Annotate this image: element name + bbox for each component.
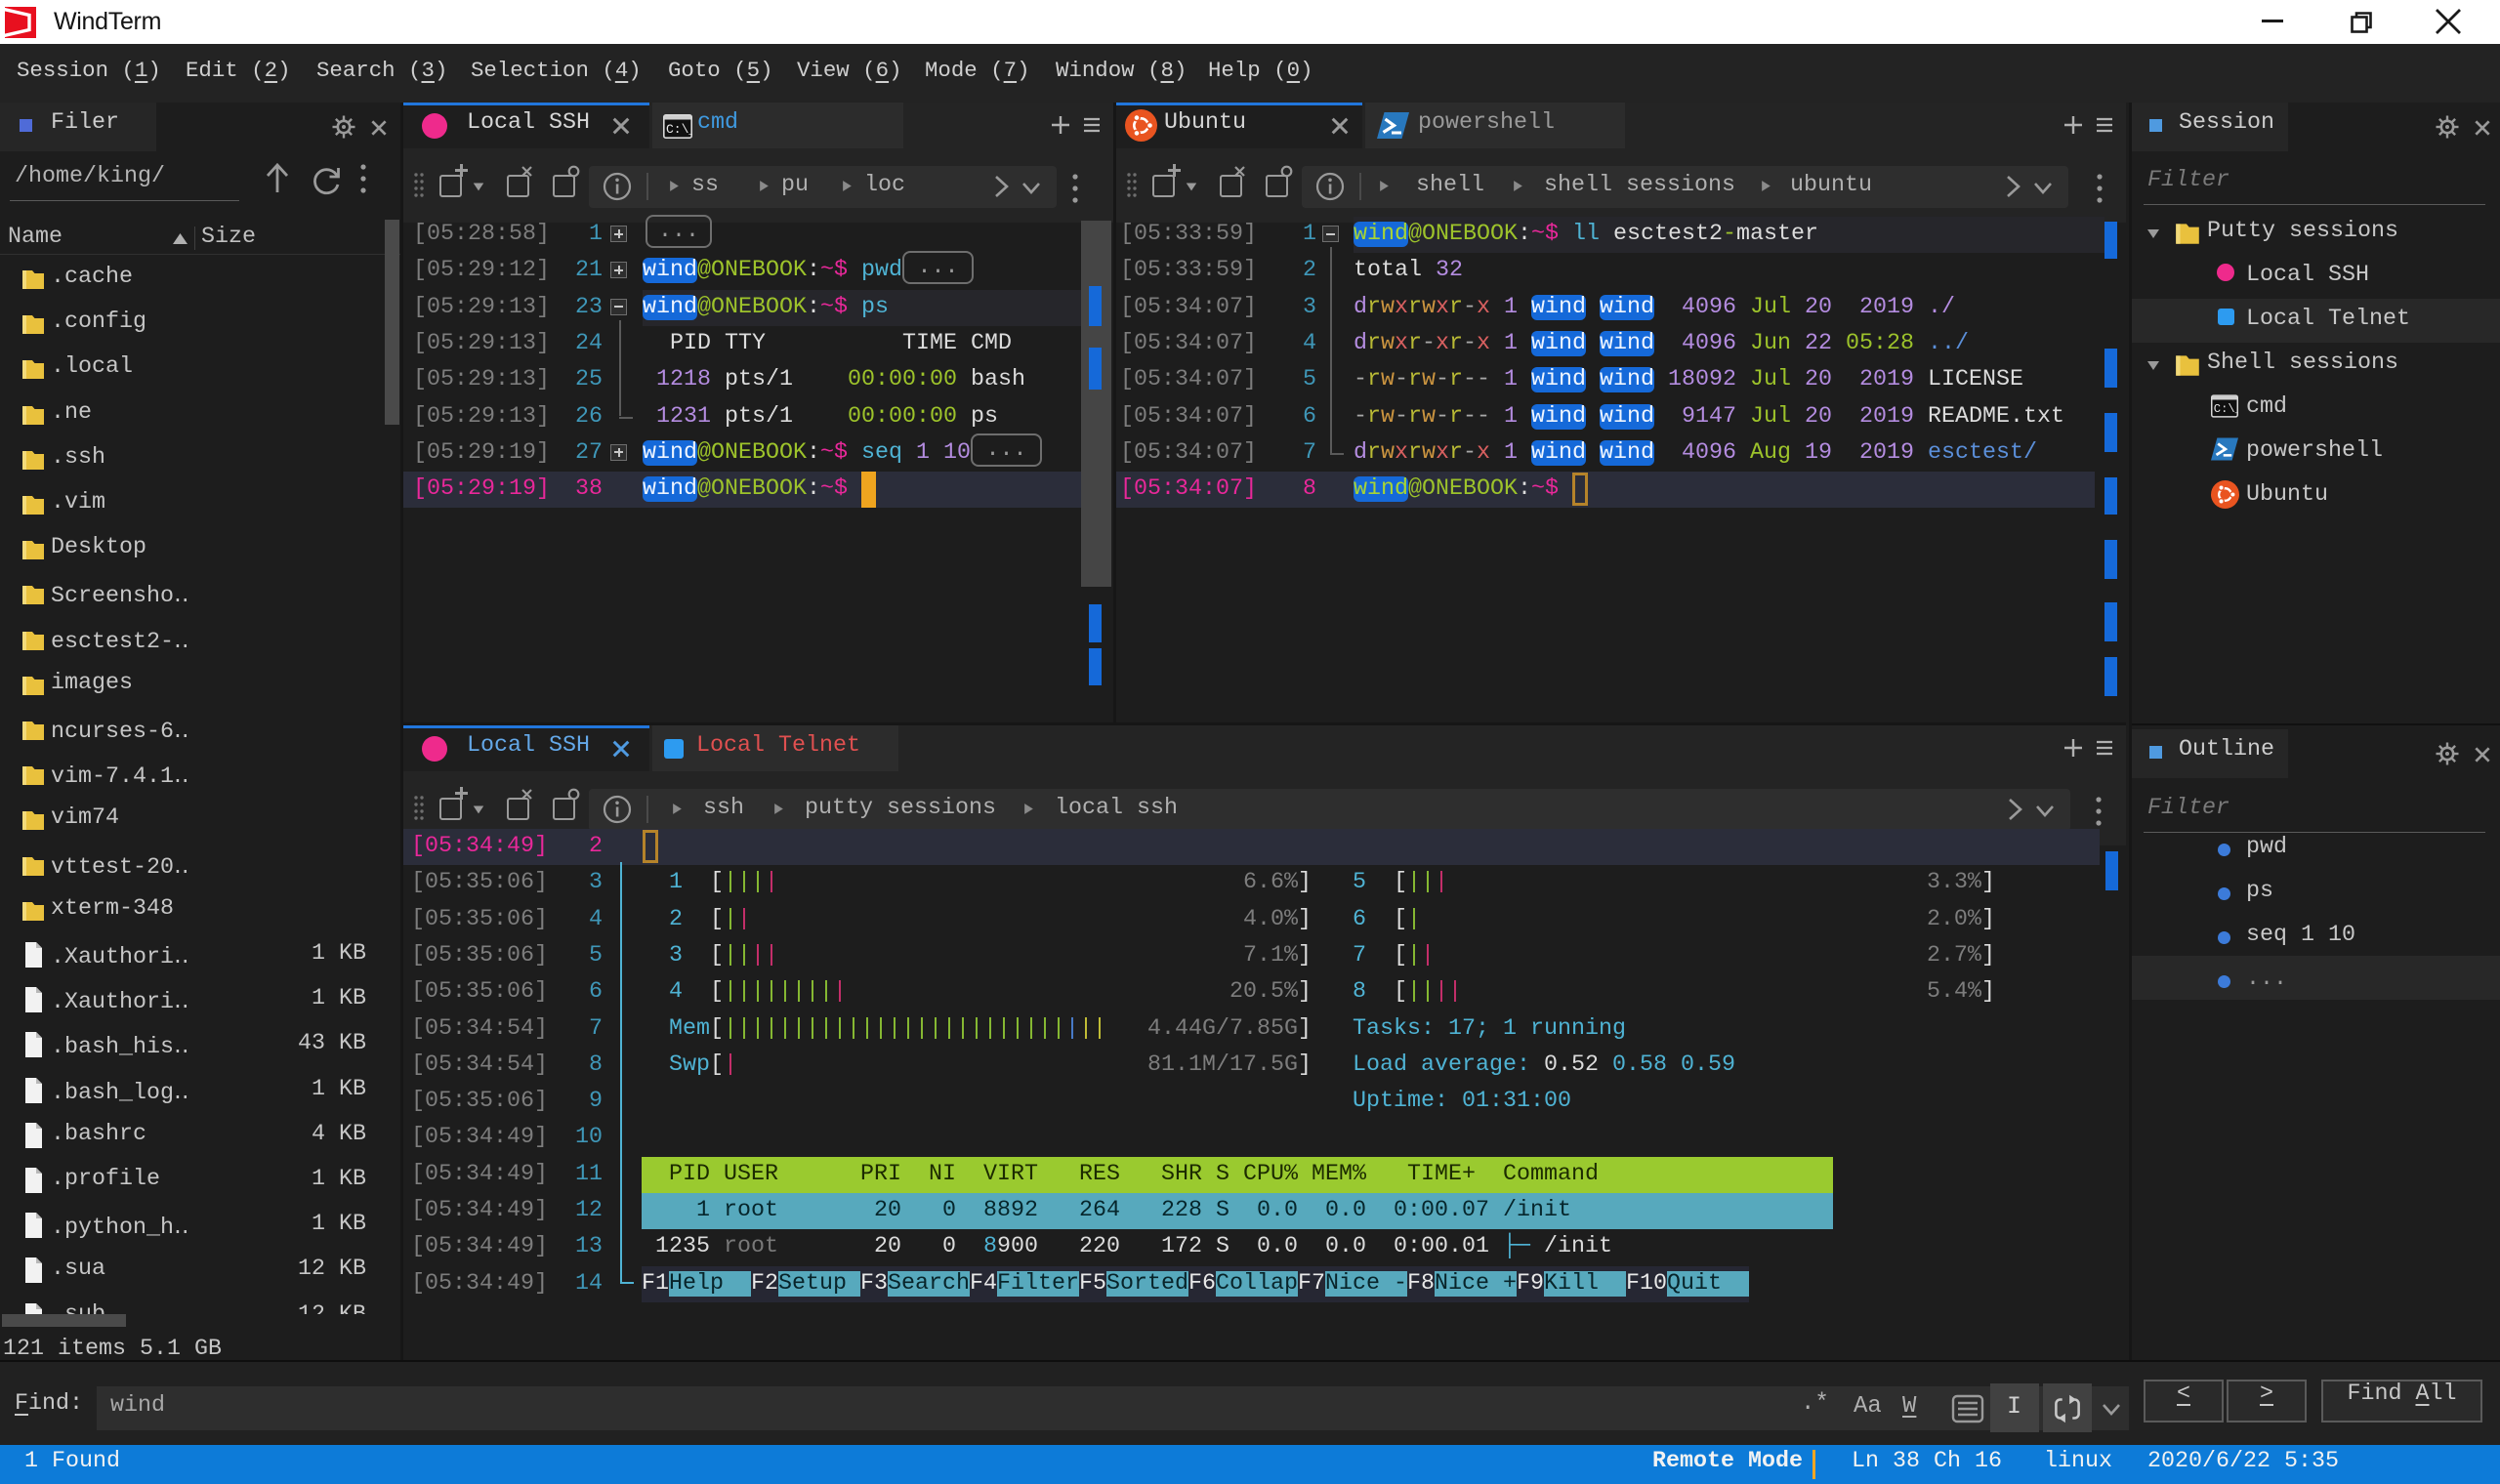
svg-text:C:\_: C:\_ (666, 122, 692, 137)
svg-text:C:\_: C:\_ (2214, 402, 2238, 416)
